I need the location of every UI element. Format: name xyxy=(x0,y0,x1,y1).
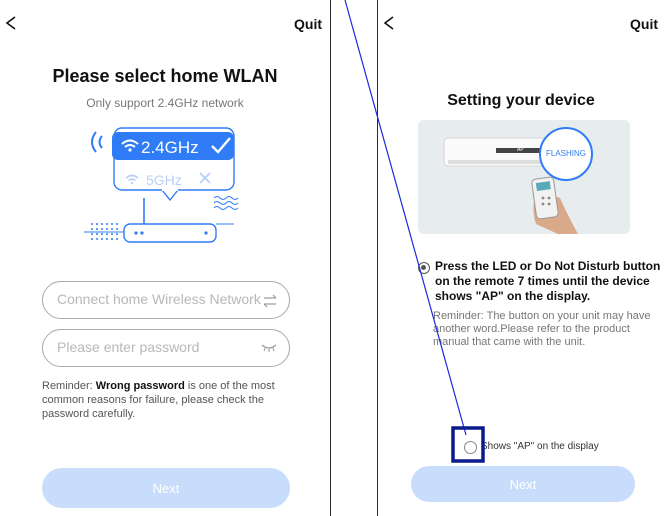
confirm-label: Shows "AP" on the display xyxy=(481,441,599,452)
wifi-5ghz-label: 5GHz xyxy=(146,172,182,188)
back-chevron-icon[interactable] xyxy=(4,16,18,30)
eye-closed-icon[interactable] xyxy=(261,343,277,353)
next-button[interactable]: Next xyxy=(411,466,635,502)
page-subtitle: Only support 2.4GHz network xyxy=(86,96,244,110)
flashing-label: FLASHING xyxy=(546,149,587,158)
next-button[interactable]: Next xyxy=(42,468,290,508)
swap-arrows-icon[interactable] xyxy=(263,294,277,308)
wlan-select-screen: Quit Please select home WLAN Only suppor… xyxy=(0,0,331,516)
ap-display-label: AP xyxy=(517,147,524,153)
quit-button[interactable]: Quit xyxy=(294,16,322,32)
option-radio-selected[interactable] xyxy=(418,262,430,274)
page-title: Please select home WLAN xyxy=(52,66,278,86)
ssid-field[interactable] xyxy=(42,281,290,319)
back-chevron-icon[interactable] xyxy=(382,16,396,30)
device-setup-screen: Quit Setting your device FLASHING AP Pre… xyxy=(377,0,664,516)
quit-button[interactable]: Quit xyxy=(630,16,658,32)
ssid-input[interactable] xyxy=(57,291,267,307)
ac-illustration: FLASHING AP xyxy=(418,120,630,234)
device-reminder: Reminder: The button on your unit may ha… xyxy=(433,310,651,348)
password-field[interactable] xyxy=(42,329,290,367)
signal-arc-icon xyxy=(91,131,97,153)
password-reminder: Reminder: Wrong password is one of the m… xyxy=(42,380,275,420)
confirm-radio[interactable] xyxy=(464,441,477,454)
password-input[interactable] xyxy=(57,339,267,355)
wifi-24ghz-label: 2.4GHz xyxy=(141,138,199,157)
instruction-text: Press the LED or Do Not Disturb button o… xyxy=(435,259,661,303)
page-title: Setting your device xyxy=(447,92,595,109)
